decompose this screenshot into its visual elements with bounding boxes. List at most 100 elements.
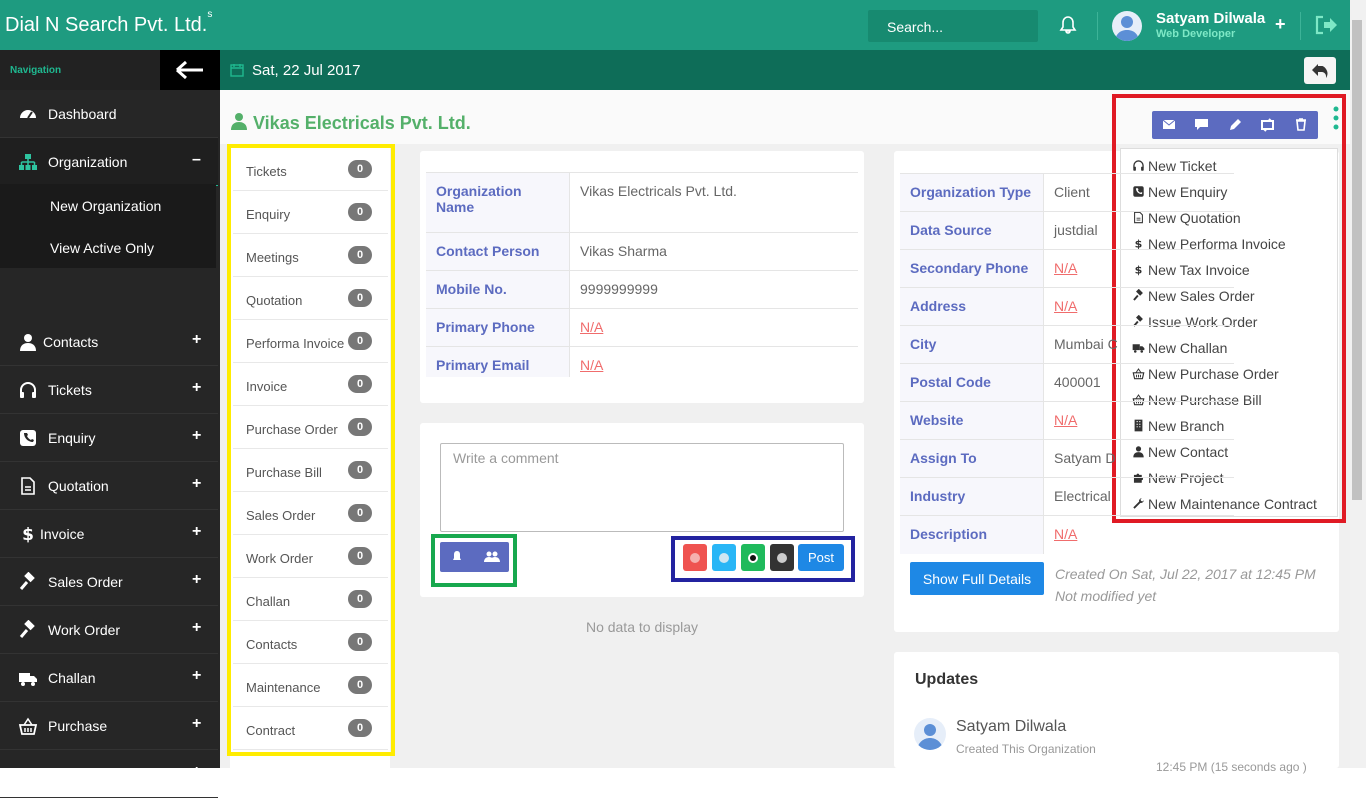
collapse-icon[interactable]: – xyxy=(192,151,201,169)
document-icon xyxy=(18,476,38,496)
dollar-icon: $ xyxy=(18,524,38,545)
detail-key: Primary Phone xyxy=(426,309,570,347)
brand-sup: s xyxy=(207,9,213,21)
detail-row: Organization Type Client xyxy=(900,173,1234,212)
user-plus-button[interactable]: + xyxy=(1275,14,1286,35)
na-link[interactable]: N/A xyxy=(580,357,603,373)
sidebar-item-invoice[interactable]: $ Invoice + xyxy=(0,510,218,558)
expand-icon[interactable]: + xyxy=(192,715,201,733)
truck-icon xyxy=(18,668,38,688)
search-input[interactable]: Search... xyxy=(868,10,1038,42)
detail-key: Industry xyxy=(900,478,1044,516)
headphones-icon xyxy=(18,380,38,400)
calendar-icon xyxy=(230,64,244,77)
logout-icon[interactable] xyxy=(1314,15,1338,35)
expand-icon[interactable]: + xyxy=(192,475,201,493)
sidebar-item-dashboard[interactable]: Dashboard xyxy=(0,90,218,138)
back-button[interactable] xyxy=(1304,57,1336,84)
sidebar-item-organization[interactable]: Organization – xyxy=(0,138,218,186)
show-full-details-button[interactable]: Show Full Details xyxy=(910,562,1044,595)
updates-title: Updates xyxy=(915,671,979,688)
sidebar-item-label: Dashboard xyxy=(48,106,117,122)
sidebar-item-work-order[interactable]: Work Order + xyxy=(0,606,218,654)
sidebar-item-label: Quotation xyxy=(48,478,109,494)
sidebar-item-label: Purchase xyxy=(48,718,108,734)
expand-icon[interactable]: + xyxy=(192,523,201,541)
detail-row: Address N/A xyxy=(900,287,1234,326)
current-date: Sat, 22 Jul 2017 xyxy=(252,62,361,79)
detail-value[interactable]: N/A xyxy=(1044,288,1234,326)
detail-value[interactable]: N/A xyxy=(1044,402,1234,440)
avatar[interactable] xyxy=(1112,11,1142,41)
na-link[interactable]: N/A xyxy=(1054,298,1077,314)
created-on-text: Created On Sat, Jul 22, 2017 at 12:45 PM xyxy=(1055,566,1316,582)
brand-logo[interactable]: Dial N Search Pvt. Ltd.s xyxy=(5,9,212,37)
gavel-icon xyxy=(18,571,38,592)
detail-key: Organization Type xyxy=(900,174,1044,212)
reply-icon xyxy=(1312,64,1328,78)
highlight-box-blue xyxy=(671,536,855,582)
arrow-left-icon xyxy=(176,60,203,80)
sidebar-item-tickets[interactable]: Tickets + xyxy=(0,366,218,414)
expand-icon[interactable]: + xyxy=(192,571,201,589)
detail-key: Description xyxy=(900,516,1044,554)
date-bar xyxy=(220,50,1350,90)
detail-row: Industry Electrical xyxy=(900,477,1234,516)
sidebar-item-label: Sales Order xyxy=(48,574,123,590)
sidebar-item-contacts[interactable]: Contacts + xyxy=(0,318,218,366)
sidebar-item-project[interactable]: Project + xyxy=(0,750,218,798)
sidebar-item-purchase[interactable]: Purchase + xyxy=(0,702,218,750)
divider xyxy=(1300,12,1301,40)
user-icon xyxy=(18,332,38,352)
sidebar-item-quotation[interactable]: Quotation + xyxy=(0,462,218,510)
scrollbar-thumb[interactable] xyxy=(1352,20,1362,500)
detail-key: Data Source xyxy=(900,212,1044,250)
detail-row: Data Source justdial xyxy=(900,211,1234,250)
sidebar-item-challan[interactable]: Challan + xyxy=(0,654,218,702)
detail-row: Postal Code 400001 xyxy=(900,363,1234,402)
sitemap-icon xyxy=(19,154,37,170)
detail-key: Secondary Phone xyxy=(900,250,1044,288)
expand-icon[interactable]: + xyxy=(192,763,201,781)
user-name[interactable]: Satyam Dilwala xyxy=(1156,10,1265,27)
dashboard-icon xyxy=(18,104,38,124)
detail-value[interactable]: N/A xyxy=(1044,250,1234,288)
sidebar-item-label: Challan xyxy=(48,670,96,686)
expand-icon[interactable]: + xyxy=(192,427,201,445)
page-title: Vikas Electricals Pvt. Ltd. xyxy=(253,113,471,133)
puzzle-icon xyxy=(18,764,38,784)
sidebar-subitem-view-active-only[interactable]: View Active Only xyxy=(0,226,216,268)
expand-icon[interactable]: + xyxy=(192,667,201,685)
sidebar-subitem-new-organization[interactable]: New Organization xyxy=(0,184,216,226)
na-link[interactable]: N/A xyxy=(580,319,603,335)
na-link[interactable]: N/A xyxy=(1054,412,1077,428)
sidebar-item-sales-order[interactable]: Sales Order + xyxy=(0,558,218,606)
na-link[interactable]: N/A xyxy=(1054,526,1077,542)
sidebar-item-enquiry[interactable]: Enquiry + xyxy=(0,414,218,462)
comment-input[interactable]: Write a comment xyxy=(440,443,844,532)
detail-value[interactable]: N/A xyxy=(570,347,858,377)
avatar xyxy=(914,718,946,750)
detail-key: Mobile No. xyxy=(426,271,570,309)
expand-icon[interactable]: + xyxy=(192,619,201,637)
dashboard-icon xyxy=(20,110,36,119)
user-role: Web Developer xyxy=(1156,28,1236,40)
user-avatar-icon xyxy=(1115,16,1139,41)
detail-value: Client xyxy=(1054,184,1090,200)
detail-value[interactable]: N/A xyxy=(1044,516,1234,554)
basket-icon xyxy=(18,717,38,735)
detail-value: Mumbai C xyxy=(1054,336,1118,352)
na-link[interactable]: N/A xyxy=(1054,260,1077,276)
detail-value: justdial xyxy=(1054,222,1098,238)
bell-icon[interactable] xyxy=(1058,15,1078,35)
expand-icon[interactable]: + xyxy=(192,379,201,397)
user-icon xyxy=(231,113,247,130)
detail-value: 400001 xyxy=(1054,374,1101,390)
detail-row: Contact Person Vikas Sharma xyxy=(426,232,858,271)
detail-value[interactable]: N/A xyxy=(570,309,858,347)
nav-collapse-button[interactable] xyxy=(160,50,220,90)
expand-icon[interactable]: + xyxy=(192,331,201,349)
sitemap-icon xyxy=(18,152,38,172)
detail-key: Postal Code xyxy=(900,364,1044,402)
sidebar-item-label: Organization xyxy=(48,154,128,170)
